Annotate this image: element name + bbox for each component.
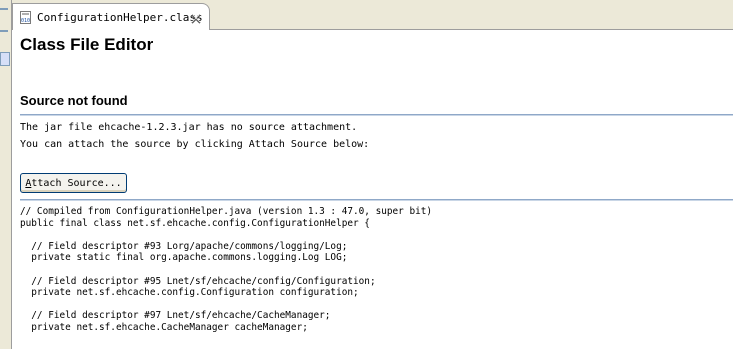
class-file-editor: Class File Editor Source not found The j…	[12, 30, 733, 349]
adjacent-view-edge[interactable]	[0, 0, 12, 349]
section-separator	[20, 114, 733, 116]
section-title: Source not found	[20, 93, 128, 108]
code-line: private net.sf.ehcache.config.Configurat…	[20, 287, 359, 299]
code-line: public final class net.sf.ehcache.config…	[20, 217, 370, 229]
editor-window: 010 ConfigurationHelper.class Class File…	[0, 0, 733, 349]
tab-label: ConfigurationHelper.class	[37, 10, 203, 24]
code-line: private net.sf.ehcache.CacheManager cach…	[20, 321, 308, 333]
code-line: // Compiled from ConfigurationHelper.jav…	[20, 206, 433, 217]
message-line: The jar file ehcache-1.2.3.jar has no so…	[20, 122, 358, 133]
tab-configuration-helper-class[interactable]: 010 ConfigurationHelper.class	[12, 3, 210, 30]
view-selection-marker[interactable]	[0, 52, 10, 66]
page-title: Class File Editor	[20, 35, 154, 54]
code-line: // Field descriptor #93 Lorg/apache/comm…	[20, 240, 348, 252]
class-file-icon: 010	[20, 10, 33, 24]
attach-source-button[interactable]: Attach Source...	[20, 173, 127, 193]
code-line: // Field descriptor #95 Lnet/sf/ehcache/…	[20, 275, 376, 287]
svg-text:010: 010	[21, 18, 30, 24]
view-marker	[0, 30, 8, 32]
editor-tab-bar: 010 ConfigurationHelper.class	[12, 0, 733, 30]
code-separator	[20, 199, 733, 201]
code-line: // Field descriptor #97 Lnet/sf/ehcache/…	[20, 310, 331, 322]
disassembled-code[interactable]: // Compiled from ConfigurationHelper.jav…	[20, 206, 733, 334]
code-line: private static final org.apache.commons.…	[20, 252, 348, 264]
button-label: ttach Source...	[31, 177, 122, 189]
view-marker	[0, 8, 8, 10]
close-icon[interactable]	[190, 10, 202, 24]
message-line: You can attach the source by clicking At…	[20, 139, 370, 150]
